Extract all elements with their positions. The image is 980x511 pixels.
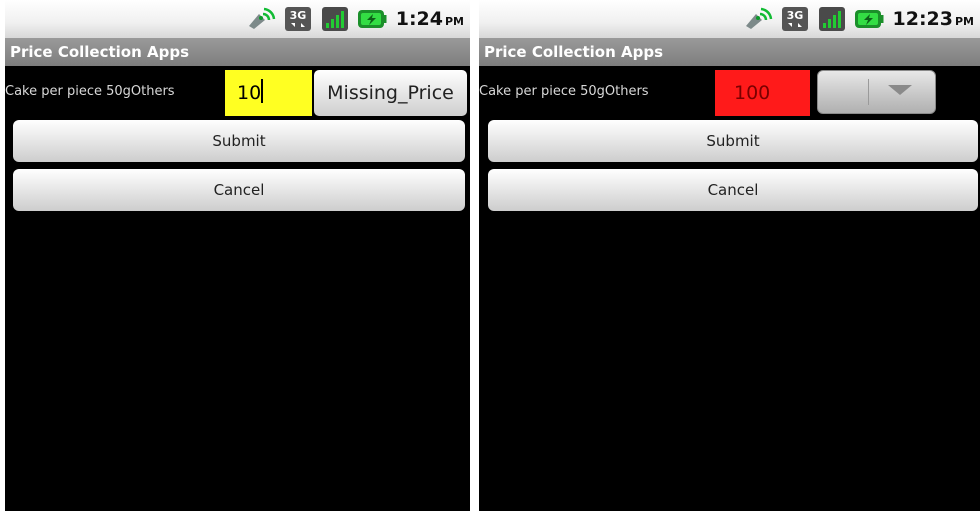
signal-icon — [818, 7, 845, 31]
svg-text:3G: 3G — [786, 9, 803, 22]
status-clock: 1:24 PM — [396, 8, 464, 30]
clock-time: 12:23 — [892, 8, 953, 30]
clock-ampm: PM — [444, 15, 464, 28]
signal-icon — [321, 7, 348, 31]
price-input[interactable]: 10 — [225, 70, 312, 116]
gps-icon — [248, 7, 275, 29]
svg-text:3G: 3G — [289, 9, 306, 22]
cancel-button[interactable]: Cancel — [488, 169, 978, 211]
price-input-value: 10 — [237, 82, 262, 104]
app-title: Price Collection Apps — [5, 38, 470, 66]
phone-screen-right: 3G 12:23 PM Price Collection Apps Cake p… — [479, 0, 980, 511]
battery-charging-icon — [357, 10, 387, 28]
price-input[interactable]: 100 — [715, 70, 810, 116]
gps-icon — [745, 7, 772, 29]
phone-screen-left: 3G 1:24 PM Price Collection Apps Cake pe… — [5, 0, 470, 511]
submit-button[interactable]: Submit — [488, 120, 978, 162]
price-row: Cake per piece 50gOthers 10 Missing_Pric… — [5, 70, 470, 116]
missing-price-button[interactable]: Missing_Price — [314, 70, 467, 116]
cancel-button[interactable]: Cancel — [13, 169, 465, 211]
missing-reason-dropdown[interactable] — [817, 70, 936, 114]
status-clock: 12:23 PM — [893, 8, 975, 30]
submit-button[interactable]: Submit — [13, 120, 465, 162]
3g-icon: 3G — [284, 7, 311, 31]
chevron-down-icon — [888, 85, 912, 95]
item-label: Cake per piece 50gOthers — [479, 84, 649, 99]
battery-charging-icon — [854, 10, 883, 28]
item-label: Cake per piece 50gOthers — [5, 84, 175, 99]
clock-time: 1:24 — [395, 8, 443, 30]
3g-icon: 3G — [781, 7, 808, 31]
status-bar: 3G 1:24 PM — [5, 0, 470, 38]
dropdown-divider — [868, 79, 869, 105]
text-cursor — [261, 79, 264, 103]
price-input-value: 100 — [734, 82, 771, 104]
status-bar: 3G 12:23 PM — [479, 0, 980, 38]
app-title: Price Collection Apps — [479, 38, 980, 66]
price-row: Cake per piece 50gOthers 100 — [479, 70, 980, 116]
screenshot-pair: 3G 1:24 PM Price Collection Apps Cake pe… — [0, 0, 980, 511]
clock-ampm: PM — [954, 15, 974, 28]
